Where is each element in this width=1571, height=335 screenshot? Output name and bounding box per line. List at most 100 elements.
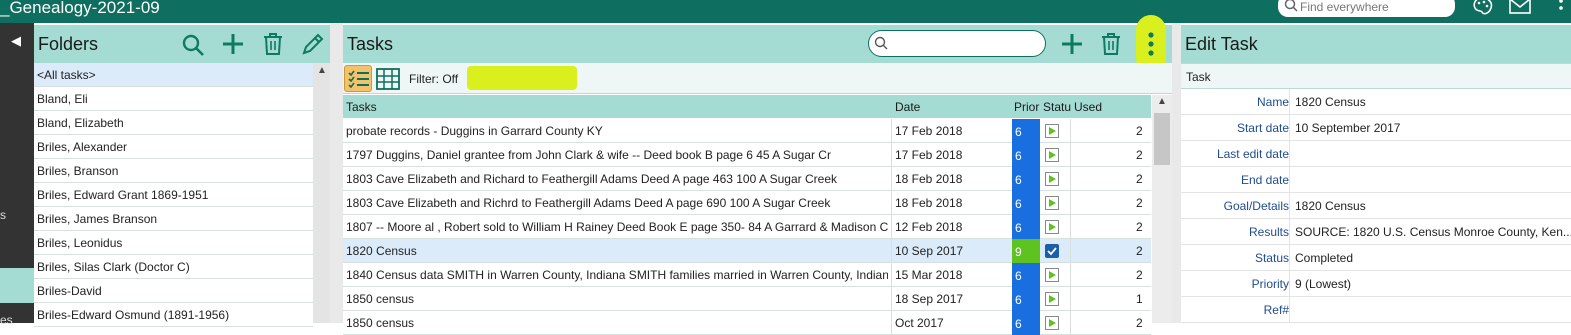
folder-item[interactable]: Briles, Silas Clark (Doctor C) <box>34 255 313 279</box>
goal-details-input[interactable]: 1820 Census <box>1289 193 1571 219</box>
search-icon[interactable] <box>181 33 205 57</box>
nav-rail-fragment: es <box>0 313 13 327</box>
collapse-left-icon[interactable]: ◀ <box>11 33 21 49</box>
nav-rail: ◀ s es <box>0 23 34 327</box>
tasks-table-body: probate records - Duggins in Garrard Cou… <box>343 119 1151 335</box>
table-row[interactable]: 1803 Cave Elizabeth and Richrd to Feathe… <box>343 191 1151 215</box>
mail-icon[interactable] <box>1508 0 1532 16</box>
folder-item[interactable]: Briles-David <box>34 279 313 303</box>
field-label: Status <box>1254 251 1289 265</box>
folder-item-label: Briles, Silas Clark (Doctor C) <box>37 260 190 274</box>
table-row[interactable]: 1820 Census 10 Sep 2017 9 2 <box>343 239 1151 263</box>
list-view-toggle[interactable] <box>344 65 372 92</box>
priority-select[interactable]: 9 (Lowest) <box>1289 271 1571 297</box>
folder-item[interactable]: Briles, Branson <box>34 159 313 183</box>
scroll-up-icon[interactable]: ▲ <box>1157 96 1167 107</box>
field-label: Ref# <box>1263 303 1289 317</box>
table-row[interactable]: 1850 census 18 Sep 2017 6 1 <box>343 287 1151 311</box>
field-ref: Ref# <box>1181 297 1571 323</box>
folders-header: Folders <box>34 25 330 63</box>
play-icon[interactable] <box>1045 316 1059 330</box>
tasks-search-input[interactable] <box>868 30 1046 57</box>
task-date: 12 Feb 2018 <box>895 220 963 234</box>
edit-pencil-icon[interactable] <box>301 32 325 56</box>
folder-item-label: Briles, Edward Grant 1869-1951 <box>37 188 209 202</box>
folder-item-label: Bland, Eli <box>37 92 88 106</box>
status-select[interactable]: Completed <box>1289 245 1571 271</box>
folders-scrollbar[interactable]: ▲ <box>313 63 330 323</box>
table-row[interactable]: 1850 census Oct 2017 6 2 <box>343 311 1151 335</box>
priority-cell: 6 <box>1012 167 1040 191</box>
folder-item[interactable]: Bland, Eli <box>34 87 313 111</box>
folder-item-label: Briles, Alexander <box>37 140 128 154</box>
end-date-input[interactable] <box>1289 167 1571 193</box>
task-date: 10 Sep 2017 <box>895 244 964 258</box>
folder-item[interactable]: Briles, Leonidus <box>34 231 313 255</box>
play-icon[interactable] <box>1045 292 1059 306</box>
task-used: 2 <box>1136 148 1143 162</box>
priority-cell: 6 <box>1012 263 1040 287</box>
col-priority[interactable]: Prior <box>1014 100 1039 114</box>
field-label: Last edit date <box>1216 147 1289 161</box>
ref-input[interactable] <box>1289 297 1571 323</box>
play-icon[interactable] <box>1045 196 1059 210</box>
folder-item[interactable]: Briles, Edward Grant 1869-1951 <box>34 183 313 207</box>
col-tasks[interactable]: Tasks <box>346 100 377 114</box>
table-row[interactable]: probate records - Duggins in Garrard Cou… <box>343 119 1151 143</box>
col-status[interactable]: Statu <box>1043 100 1071 114</box>
more-vert-icon[interactable] <box>1145 30 1157 58</box>
pane-splitter[interactable] <box>330 23 343 323</box>
task-date: 18 Feb 2018 <box>895 196 963 210</box>
add-icon[interactable] <box>222 33 244 55</box>
folders-title: Folders <box>38 34 99 54</box>
folder-item[interactable]: <All tasks> <box>34 63 313 87</box>
priority-cell: 6 <box>1012 311 1040 335</box>
folder-item[interactable]: Briles, James Branson <box>34 207 313 231</box>
play-icon[interactable] <box>1045 268 1059 282</box>
field-priority: Priority 9 (Lowest) <box>1181 271 1571 297</box>
col-date[interactable]: Date <box>895 100 920 114</box>
more-vert-icon[interactable] <box>1556 0 1566 16</box>
name-input[interactable]: 1820 Census <box>1289 89 1571 115</box>
table-row[interactable]: 1797 Duggins, Daniel grantee from John C… <box>343 143 1151 167</box>
trash-icon[interactable] <box>1100 32 1122 56</box>
results-input[interactable]: SOURCE: 1820 U.S. Census Monroe County, … <box>1289 219 1571 245</box>
palette-icon[interactable] <box>1471 0 1493 16</box>
table-row[interactable]: 1803 Cave Elizabeth and Richard to Feath… <box>343 167 1151 191</box>
scroll-up-icon[interactable]: ▲ <box>317 65 327 76</box>
add-task-icon[interactable] <box>1061 33 1083 55</box>
pane-splitter[interactable] <box>1172 23 1181 323</box>
nav-rail-selected-item[interactable] <box>0 268 34 303</box>
global-search-input[interactable]: Find everywhere <box>1278 0 1455 17</box>
grid-view-icon[interactable] <box>376 68 400 90</box>
task-date: Oct 2017 <box>895 316 944 330</box>
table-row[interactable]: 1840 Census data SMITH in Warren County,… <box>343 263 1151 287</box>
play-icon[interactable] <box>1045 124 1059 138</box>
field-start-date: Start date 10 September 2017 <box>1181 115 1571 141</box>
tasks-title: Tasks <box>347 34 394 54</box>
start-date-input[interactable]: 10 September 2017 <box>1289 115 1571 141</box>
table-row[interactable]: 1807 -- Moore al , Robert sold to Willia… <box>343 215 1151 239</box>
folder-item[interactable]: Briles-Edward Osmund (1891-1956) <box>34 303 313 327</box>
play-icon[interactable] <box>1045 220 1059 234</box>
app-title: _Genealogy-2021-09 <box>0 0 160 17</box>
filter-status[interactable]: Filter: Off <box>409 72 458 86</box>
col-used[interactable]: Used <box>1074 100 1102 114</box>
folder-item[interactable]: Briles, Alexander <box>34 135 313 159</box>
play-icon[interactable] <box>1045 148 1059 162</box>
priority-cell: 6 <box>1012 287 1040 311</box>
last-edit-date-input[interactable] <box>1289 141 1571 167</box>
checkbox-checked-icon[interactable] <box>1045 244 1059 258</box>
play-icon[interactable] <box>1045 172 1059 186</box>
checklist-icon <box>348 70 369 89</box>
folder-item-label: Briles, James Branson <box>37 212 158 226</box>
trash-icon[interactable] <box>262 32 284 56</box>
folder-item-label: Briles, Leonidus <box>37 236 123 250</box>
scrollbar-thumb[interactable] <box>1154 113 1170 165</box>
priority-cell: 6 <box>1012 191 1040 215</box>
task-used: 2 <box>1136 124 1143 138</box>
folder-item[interactable]: Bland, Elizabeth <box>34 111 313 135</box>
search-icon <box>1284 0 1298 12</box>
tasks-scrollbar[interactable]: ▲ <box>1152 95 1172 323</box>
task-used: 2 <box>1136 196 1143 210</box>
